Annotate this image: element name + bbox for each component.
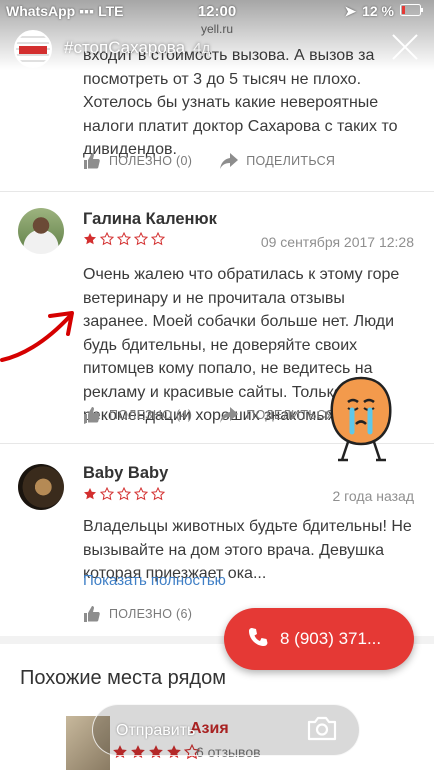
star-filled-icon [83, 232, 97, 251]
useful-button[interactable]: ПОЛЕЗНО (4) [83, 406, 192, 424]
thumbs-up-icon [84, 407, 100, 423]
battery-icon [400, 3, 424, 19]
battery-label: 12 % [362, 3, 394, 19]
rating-stars [83, 486, 166, 506]
crying-face-sticker [330, 376, 392, 462]
camera-icon[interactable] [306, 714, 338, 742]
share-icon [220, 153, 239, 169]
location-icon: ➤ [344, 2, 357, 19]
star-empty-icon [150, 486, 166, 506]
status-bar: WhatsApp ▪▪▪ LTE 12:00 ➤ 12 % [0, 0, 434, 22]
star-empty-icon [133, 486, 149, 506]
review-actions: ПОЛЕЗНО (6) [83, 605, 192, 623]
status-right: ➤ 12 % [344, 3, 424, 20]
phone-icon [248, 627, 268, 652]
show-more-link[interactable]: Показать полностью [83, 572, 226, 589]
review-actions: ПОЛЕЗНО (0) ПОДЕЛИТЬСЯ [83, 152, 335, 170]
rating-stars [83, 231, 166, 251]
star-filled-icon [83, 487, 97, 506]
story-title[interactable]: #стопСахарова 4д [64, 38, 210, 58]
star-empty-icon [116, 231, 132, 251]
star-empty-icon [116, 486, 132, 506]
send-icon[interactable] [382, 714, 412, 742]
share-label: ПОДЕЛИТЬСЯ [246, 154, 336, 168]
call-button[interactable]: 8 (903) 371... [224, 608, 414, 670]
thumbs-up-icon [84, 153, 100, 169]
useful-label: ПОЛЕЗНО (0) [109, 154, 193, 168]
thumbs-up-icon [84, 606, 100, 622]
star-empty-icon [150, 231, 166, 251]
useful-label: ПОЛЕЗНО (4) [109, 408, 193, 422]
reply-placeholder: Отправить [116, 722, 196, 739]
avatar-stripe [19, 46, 47, 54]
star-empty-icon [99, 231, 115, 251]
useful-label: ПОЛЕЗНО (6) [109, 607, 193, 621]
review-date: 2 года назад [332, 488, 414, 504]
similar-places-title: Похожие места рядом [20, 667, 226, 689]
story-camera-button[interactable] [22, 710, 58, 746]
avatar [18, 464, 64, 510]
share-label: ПОДЕЛИТЬСЯ [246, 408, 336, 422]
story-age: 4д [193, 40, 211, 57]
story-avatar[interactable] [14, 30, 52, 68]
star-empty-icon [99, 486, 115, 506]
phone-number: 8 (903) 371... [280, 629, 382, 648]
share-button[interactable]: ПОДЕЛИТЬСЯ [220, 153, 335, 169]
avatar [18, 208, 64, 254]
review-actions: ПОЛЕЗНО (4) ПОДЕЛИТЬСЯ [83, 406, 335, 424]
page-url: yell.ru [200, 22, 233, 36]
smile-icon [33, 723, 47, 735]
useful-button[interactable]: ПОЛЕЗНО (0) [83, 152, 192, 170]
star-empty-icon [133, 231, 149, 251]
close-icon[interactable] [390, 32, 420, 62]
share-icon [220, 407, 239, 423]
share-button[interactable]: ПОДЕЛИТЬСЯ [220, 407, 335, 423]
review-date: 09 сентября 2017 12:28 [260, 234, 414, 250]
useful-button[interactable]: ПОЛЕЗНО (6) [83, 605, 192, 623]
story-hashtag: #стопСахарова [64, 38, 186, 57]
author-name: Baby Baby [83, 464, 169, 482]
author-name: Галина Каленюк [83, 210, 217, 228]
arrow-sticker [0, 311, 74, 362]
